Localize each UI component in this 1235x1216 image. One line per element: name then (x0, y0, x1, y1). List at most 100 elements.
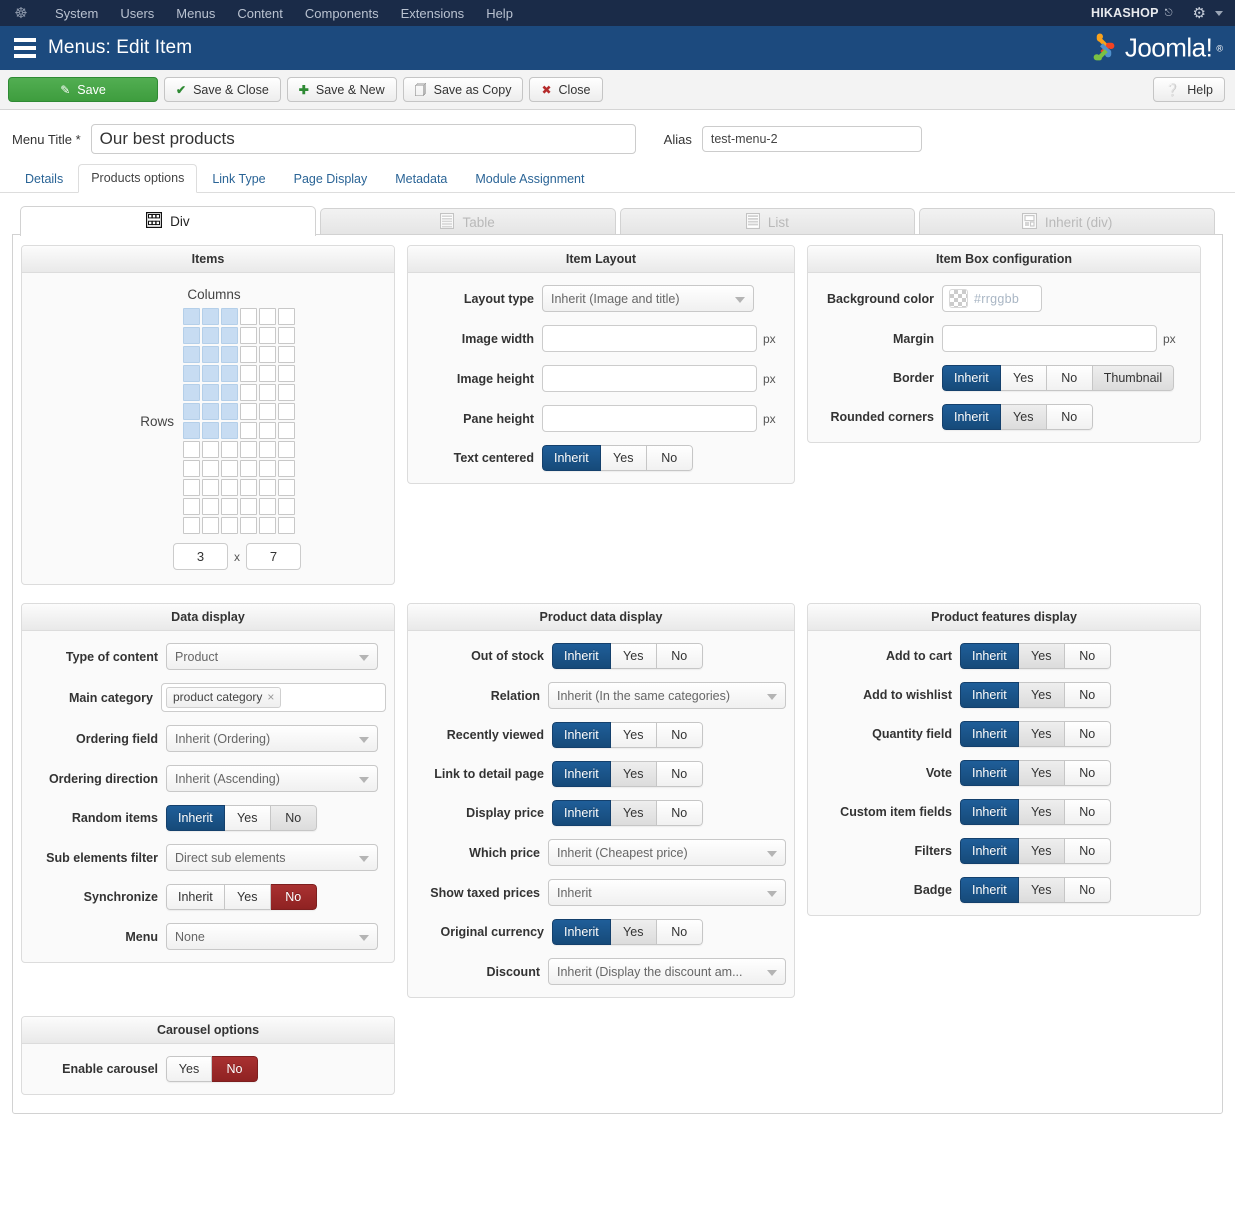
size-grid-cell[interactable] (259, 517, 276, 534)
badge-option-no[interactable]: No (1064, 877, 1111, 903)
border-option-thumbnail[interactable]: Thumbnail (1092, 365, 1175, 391)
size-grid-cell[interactable] (183, 441, 200, 458)
size-grid-cell[interactable] (278, 460, 295, 477)
size-grid[interactable] (183, 308, 295, 534)
size-grid-cell[interactable] (240, 460, 257, 477)
random-items-option-yes[interactable]: Yes (224, 805, 271, 831)
vote-option-inherit[interactable]: Inherit (960, 760, 1019, 786)
type-of-content-select[interactable]: Product (166, 643, 378, 670)
add-to-cart-option-no[interactable]: No (1064, 643, 1111, 669)
size-grid-cell[interactable] (278, 403, 295, 420)
size-grid-cell[interactable] (240, 327, 257, 344)
link-to-detail-page-button-group[interactable]: Inherit Yes No (552, 761, 703, 787)
tab-metadata[interactable]: Metadata (382, 165, 460, 193)
tab-details[interactable]: Details (12, 165, 76, 193)
vote-option-no[interactable]: No (1064, 760, 1111, 786)
link-to-detail-page-option-yes[interactable]: Yes (610, 761, 657, 787)
enable-carousel-button-group[interactable]: Yes No (166, 1056, 258, 1082)
display-price-option-yes[interactable]: Yes (610, 800, 657, 826)
size-grid-cell[interactable] (240, 308, 257, 325)
size-grid-cell[interactable] (221, 365, 238, 382)
size-grid-cell[interactable] (259, 479, 276, 496)
border-option-yes[interactable]: Yes (1000, 365, 1047, 391)
hikashop-link-label[interactable]: HIKASHOP (1091, 6, 1159, 20)
size-grid-cell[interactable] (221, 327, 238, 344)
adminbar-item-menus[interactable]: Menus (165, 6, 226, 21)
text-centered-option-no[interactable]: No (646, 445, 693, 471)
size-grid-cell[interactable] (259, 308, 276, 325)
layout-type-select[interactable]: Inherit (Image and title) (542, 285, 754, 312)
badge-option-inherit[interactable]: Inherit (960, 877, 1019, 903)
size-grid-cell[interactable] (221, 460, 238, 477)
link-to-detail-page-option-no[interactable]: No (656, 761, 703, 787)
main-category-field[interactable]: product category × (161, 683, 386, 712)
size-grid-cell[interactable] (183, 384, 200, 401)
subtab-table[interactable]: Table (319, 208, 616, 236)
original-currency-button-group[interactable]: Inherit Yes No (552, 919, 703, 945)
save-button[interactable]: ✎ Save (8, 77, 158, 102)
image-height-input[interactable] (542, 365, 757, 392)
size-grid-cell[interactable] (221, 346, 238, 363)
badge-button-group[interactable]: Inherit Yes No (960, 877, 1111, 903)
filters-option-yes[interactable]: Yes (1018, 838, 1065, 864)
add-to-wishlist-option-yes[interactable]: Yes (1018, 682, 1065, 708)
rounded-corners-option-no[interactable]: No (1046, 404, 1093, 430)
size-grid-cell[interactable] (278, 365, 295, 382)
size-grid-cell[interactable] (183, 498, 200, 515)
size-grid-cell[interactable] (221, 422, 238, 439)
custom-item-fields-option-yes[interactable]: Yes (1018, 799, 1065, 825)
background-color-field[interactable]: #rrggbb (942, 285, 1042, 312)
size-grid-cell[interactable] (240, 422, 257, 439)
custom-item-fields-option-inherit[interactable]: Inherit (960, 799, 1019, 825)
original-currency-option-no[interactable]: No (656, 919, 703, 945)
size-grid-cell[interactable] (240, 441, 257, 458)
which-price-select[interactable]: Inherit (Cheapest price) (548, 839, 786, 866)
save-new-button[interactable]: ✚ Save & New (286, 77, 397, 102)
size-grid-cell[interactable] (202, 365, 219, 382)
size-grid-cell[interactable] (183, 403, 200, 420)
size-grid-cell[interactable] (259, 460, 276, 477)
rounded-corners-button-group[interactable]: Inherit Yes No (942, 404, 1093, 430)
size-grid-cell[interactable] (278, 517, 295, 534)
adminbar-item-help[interactable]: Help (475, 6, 524, 21)
ordering-direction-select[interactable]: Inherit (Ascending) (166, 765, 378, 792)
out-of-stock-option-yes[interactable]: Yes (610, 643, 657, 669)
menu-title-input[interactable] (90, 124, 636, 154)
original-currency-option-yes[interactable]: Yes (610, 919, 657, 945)
menu-select[interactable]: None (166, 923, 378, 950)
synchronize-option-no[interactable]: No (270, 884, 317, 910)
add-to-cart-button-group[interactable]: Inherit Yes No (960, 643, 1111, 669)
adminbar-item-extensions[interactable]: Extensions (390, 6, 476, 21)
rounded-corners-option-inherit[interactable]: Inherit (942, 404, 1001, 430)
size-grid-cell[interactable] (221, 517, 238, 534)
joomla-logo-icon[interactable]: ☸ (10, 4, 32, 22)
size-grid-cell[interactable] (278, 479, 295, 496)
display-price-option-no[interactable]: No (656, 800, 703, 826)
add-to-wishlist-button-group[interactable]: Inherit Yes No (960, 682, 1111, 708)
size-grid-cell[interactable] (202, 498, 219, 515)
size-grid-cell[interactable] (202, 403, 219, 420)
text-centered-option-yes[interactable]: Yes (600, 445, 647, 471)
size-grid-cell[interactable] (259, 346, 276, 363)
filters-option-inherit[interactable]: Inherit (960, 838, 1019, 864)
size-grid-cell[interactable] (221, 479, 238, 496)
synchronize-option-yes[interactable]: Yes (224, 884, 271, 910)
chip-remove-icon[interactable]: × (267, 690, 274, 705)
size-grid-cell[interactable] (259, 365, 276, 382)
quantity-field-button-group[interactable]: Inherit Yes No (960, 721, 1111, 747)
display-price-button-group[interactable]: Inherit Yes No (552, 800, 703, 826)
size-grid-cell[interactable] (221, 441, 238, 458)
size-grid-cell[interactable] (183, 365, 200, 382)
border-option-inherit[interactable]: Inherit (942, 365, 1001, 391)
size-grid-cell[interactable] (278, 422, 295, 439)
subtab-list[interactable]: List (619, 208, 916, 236)
add-to-cart-option-inherit[interactable]: Inherit (960, 643, 1019, 669)
relation-select[interactable]: Inherit (In the same categories) (548, 682, 786, 709)
size-grid-cell[interactable] (202, 422, 219, 439)
random-items-button-group[interactable]: Inherit Yes No (166, 805, 317, 831)
size-grid-cell[interactable] (259, 422, 276, 439)
quantity-field-option-no[interactable]: No (1064, 721, 1111, 747)
border-option-no[interactable]: No (1046, 365, 1093, 391)
quantity-field-option-yes[interactable]: Yes (1018, 721, 1065, 747)
size-grid-cell[interactable] (183, 517, 200, 534)
